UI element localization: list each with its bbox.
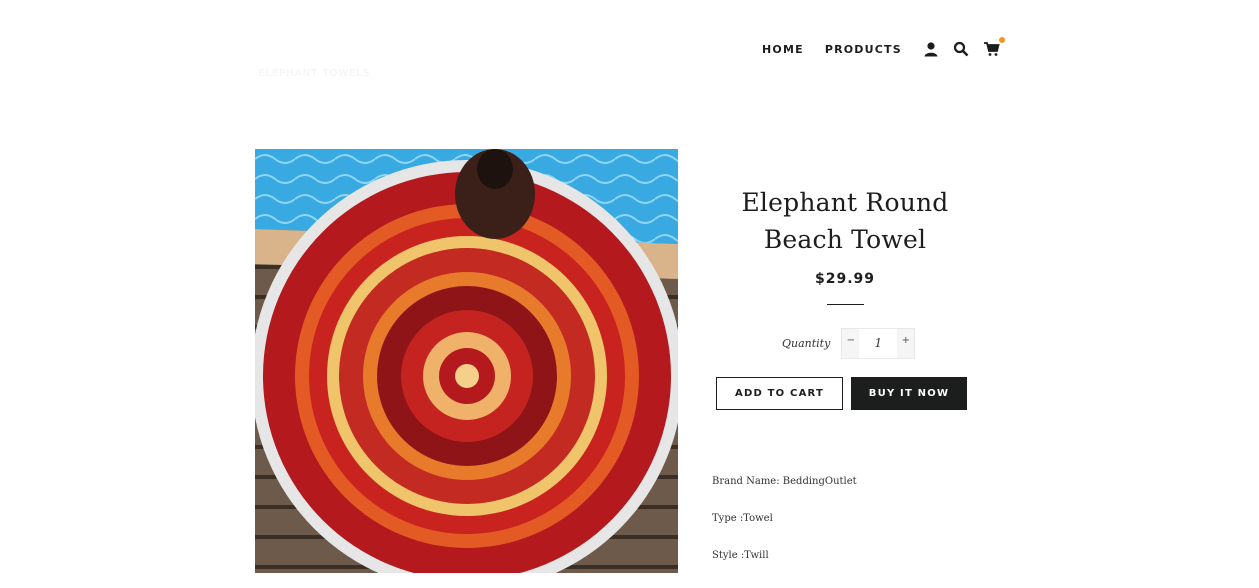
description-line: Brand Name: BeddingOutlet bbox=[712, 476, 857, 487]
add-to-cart-button[interactable]: ADD TO CART bbox=[716, 377, 843, 410]
quantity-row: Quantity − 1 + bbox=[782, 328, 916, 359]
main-nav: HOME PRODUCTS bbox=[762, 37, 1013, 60]
quantity-increment-button[interactable]: + bbox=[897, 329, 915, 358]
product-title: Elephant Round Beach Towel bbox=[741, 188, 949, 254]
nav-home-link[interactable]: HOME bbox=[762, 43, 804, 56]
quantity-decrement-button[interactable]: − bbox=[842, 329, 860, 358]
product-info: Elephant Round Beach Towel $29.99 bbox=[700, 184, 990, 305]
product-description: Brand Name: BeddingOutlet Type :Towel St… bbox=[712, 476, 857, 587]
cart-icon[interactable] bbox=[983, 37, 1005, 57]
quantity-stepper: − 1 + bbox=[841, 328, 916, 359]
site-logo[interactable]: ELEPHANT TOWELS bbox=[258, 68, 370, 79]
quantity-input[interactable]: 1 bbox=[859, 329, 898, 358]
search-icon[interactable] bbox=[953, 41, 969, 57]
description-line: Style :Twill bbox=[712, 550, 769, 561]
cart-count-dot bbox=[998, 37, 1005, 43]
product-image[interactable] bbox=[255, 149, 678, 573]
nav-products-link[interactable]: PRODUCTS bbox=[825, 43, 902, 56]
quantity-label: Quantity bbox=[782, 337, 831, 350]
account-icon[interactable] bbox=[923, 41, 939, 57]
description-line: Type :Towel bbox=[712, 513, 773, 524]
buy-it-now-button[interactable]: BUY IT NOW bbox=[851, 377, 967, 410]
price-divider bbox=[826, 304, 864, 305]
product-price: $29.99 bbox=[814, 271, 876, 287]
